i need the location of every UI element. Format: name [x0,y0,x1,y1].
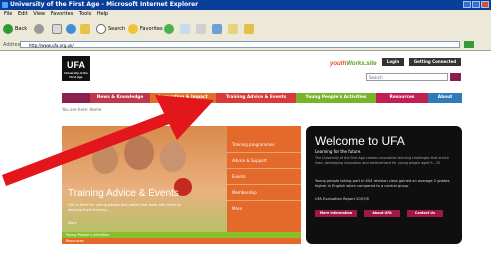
close-button[interactable] [481,1,489,8]
go-button[interactable] [464,41,474,48]
hero-banner[interactable]: Training Advice & Events UFA is there fo… [62,126,227,232]
menu-favorites[interactable]: Favorites [51,11,74,17]
search-icon[interactable] [96,24,106,34]
divider [227,200,301,201]
messenger-icon[interactable] [244,24,254,34]
address-bar: Address http://www.ufa.org.uk/ [0,40,491,51]
hero-child-face [160,142,186,172]
welcome-text: The University of the First Age creates … [315,156,449,165]
menu-tools[interactable]: Tools [79,11,91,17]
menu-edit[interactable]: Edit [18,11,28,17]
brand-prefix: youth [330,61,347,67]
about-ufa-button[interactable]: About UFA [364,210,400,217]
internet-explorer-icon [2,2,8,8]
nav-home[interactable] [62,93,90,103]
mail-icon[interactable] [180,24,190,34]
address-input[interactable]: http://www.ufa.org.uk/ [20,41,460,48]
side-menu-membership[interactable]: Membership [232,190,257,195]
contact-us-button[interactable]: Contact Us [407,210,443,217]
login-button[interactable]: Login [382,58,404,66]
hero-title: Training Advice & Events [68,188,179,199]
favorites-label[interactable]: Favorites [140,26,163,32]
nav-innovation-impact[interactable]: Innovation & Impact [150,93,216,103]
forward-icon[interactable] [34,24,44,34]
nav-training[interactable]: Training Advice & Events [216,93,296,103]
site-search-input[interactable]: Search [366,73,448,81]
welcome-panel: Welcome to UFA Learning for the future. … [306,126,462,244]
divider [227,168,301,169]
divider [227,152,301,153]
menu-help[interactable]: Help [97,11,108,17]
back-label[interactable]: Back [15,26,27,32]
nav-news-knowledge[interactable]: News & Knowledge [90,93,150,103]
main-nav: News & Knowledge Innovation & Impact Tra… [62,93,462,103]
welcome-subtitle: Learning for the future. [315,149,362,154]
nav-about[interactable]: About [428,93,462,103]
welcome-stat-text: Young people taking part in KS4 revision… [315,179,450,188]
back-icon[interactable] [3,24,13,34]
brand-suffix: Works.site [346,61,377,67]
ufa-logo[interactable]: UFA University of the First Age [62,56,90,81]
hero-child-face [124,136,154,170]
evaluation-report-link[interactable]: UFA Evaluation Report 2007/8 [315,197,369,201]
folder-icon[interactable] [228,24,238,34]
refresh-icon[interactable] [66,24,76,34]
favorites-star-icon[interactable] [128,24,138,34]
hero-text: UFA is there for young people and adults… [68,203,181,212]
hero-more-link[interactable]: More [68,221,77,225]
getting-connected-button[interactable]: Getting Connected [409,58,461,66]
window-titlebar: University of the First Age - Microsoft … [0,0,491,10]
hero-child-face [92,144,118,174]
home-icon[interactable] [80,24,90,34]
side-menu-more[interactable]: More [232,206,242,211]
more-information-button[interactable]: More information [315,210,357,217]
browser-toolbar: Back Search Favorites [0,19,491,41]
print-icon[interactable] [196,24,206,34]
minimize-button[interactable] [463,1,471,8]
logo-text: UFA [67,60,85,70]
side-menu-events[interactable]: Events [232,174,246,179]
side-menu-training-programmes[interactable]: Training programmes [232,142,275,147]
training-side-menu: Training programmes Advice & Support Eve… [227,126,301,232]
history-icon[interactable] [164,24,174,34]
side-menu-advice-support[interactable]: Advice & Support [232,158,267,163]
nav-young-people[interactable]: Young People's Activities [296,93,376,103]
welcome-title: Welcome to UFA [315,134,405,148]
logo-subtext: University of the First Age [64,71,88,79]
maximize-button[interactable] [472,1,480,8]
youthworks-brand[interactable]: youthWorks.site [330,61,377,67]
menu-file[interactable]: File [4,11,12,17]
breadcrumb: You are here: Home [62,107,102,112]
nav-resources[interactable]: Resources [376,93,428,103]
resources-bar[interactable]: Resources [62,238,301,244]
window-title: University of the First Age - Microsoft … [10,1,199,8]
menu-bar: File Edit View Favorites Tools Help [0,10,491,19]
search-submit-button[interactable] [450,73,461,81]
edit-icon[interactable] [212,24,222,34]
search-label[interactable]: Search [108,26,125,32]
menu-view[interactable]: View [33,11,45,17]
divider [227,184,301,185]
stop-icon[interactable] [52,24,62,34]
